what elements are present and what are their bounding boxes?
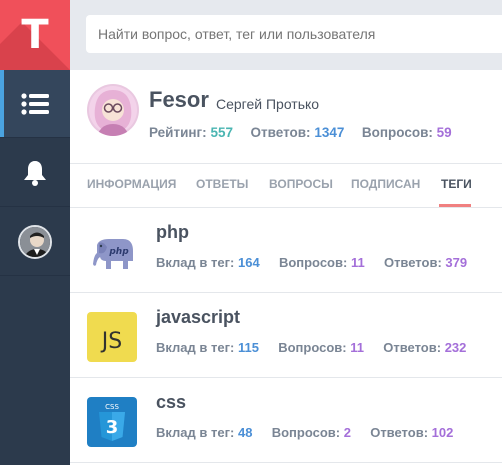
tag-stats: Вклад в тег: 164 Вопросов: 11 Ответов: 3… [156,255,467,270]
profile-header: Fesor Сергей Протько Рейтинг: 557 Ответо… [70,70,502,164]
tag-stats: Вклад в тег: 115 Вопросов: 11 Ответов: 2… [156,340,466,355]
css-icon-text: CSS [105,403,119,411]
questions-value: 11 [350,255,365,270]
answers-value: 232 [444,340,467,355]
js-icon: JS [87,312,137,362]
tab-subscribed[interactable]: ПОДПИСАН [351,177,420,191]
contrib-label: Вклад в тег: [156,340,235,355]
answers-label: Ответов: [370,425,429,440]
search-input[interactable] [86,15,502,53]
answers-value: 102 [431,425,454,440]
js-icon-text: JS [100,329,122,354]
sidebar-item-notifications[interactable] [0,139,70,207]
questions-label: Вопросов: [361,125,433,140]
profile-tabs: ИНФОРМАЦИЯ ОТВЕТЫ ВОПРОСЫ ПОДПИСАН ТЕГИ [70,164,502,208]
css-icon-number: 3 [106,417,119,438]
questions-value: 2 [343,425,351,440]
contrib-value: 115 [237,340,259,355]
bell-icon [24,160,46,186]
list-icon [21,92,49,115]
rating-value: 557 [210,125,233,140]
contrib-value: 164 [237,255,260,270]
svg-text:php: php [108,247,129,257]
list-item: JS javascript Вклад в тег: 115 Вопросов:… [70,293,502,378]
questions-label: Вопросов: [278,255,348,270]
list-item: php php Вклад в тег: 164 Вопросов: 11 От… [70,208,502,293]
user-avatar [18,224,52,259]
answers-value: 379 [445,255,468,270]
answers-value: 1347 [314,125,345,140]
sidebar: T [0,0,70,465]
profile-nickname[interactable]: Fesor [149,87,209,113]
tab-answers[interactable]: ОТВЕТЫ [196,177,248,191]
questions-value: 59 [436,125,452,140]
tab-questions[interactable]: ВОПРОСЫ [269,177,333,191]
sidebar-item-feed[interactable] [0,70,70,138]
answers-label: Ответов: [383,340,442,355]
tag-name[interactable]: php [156,222,189,243]
logo-letter: T [21,12,49,58]
logo[interactable]: T [0,0,70,70]
profile-stats: Рейтинг: 557 Ответов: 1347 Вопросов: 59 [149,125,452,140]
tab-tags[interactable]: ТЕГИ [441,177,472,191]
list-item: CSS 3 css Вклад в тег: 48 Вопросов: 2 От… [70,378,502,463]
contrib-label: Вклад в тег: [156,255,235,270]
active-tab-indicator [439,204,471,207]
sidebar-item-profile[interactable] [0,208,70,276]
questions-label: Вопросов: [278,340,347,355]
tab-info[interactable]: ИНФОРМАЦИЯ [87,177,176,191]
rating-label: Рейтинг: [149,125,207,140]
tag-stats: Вклад в тег: 48 Вопросов: 2 Ответов: 102 [156,425,453,440]
tag-name[interactable]: css [156,392,186,413]
php-elephant-icon: php [87,227,137,277]
contrib-label: Вклад в тег: [156,425,235,440]
answers-label: Ответов: [250,125,311,140]
questions-label: Вопросов: [271,425,341,440]
css3-shield-icon: CSS 3 [87,397,137,447]
questions-value: 11 [350,340,364,355]
top-bar [70,0,502,70]
answers-label: Ответов: [383,255,442,270]
profile-fullname: Сергей Протько [216,96,320,112]
profile-avatar [87,84,139,136]
contrib-value: 48 [237,425,253,440]
tag-name[interactable]: javascript [156,307,240,328]
